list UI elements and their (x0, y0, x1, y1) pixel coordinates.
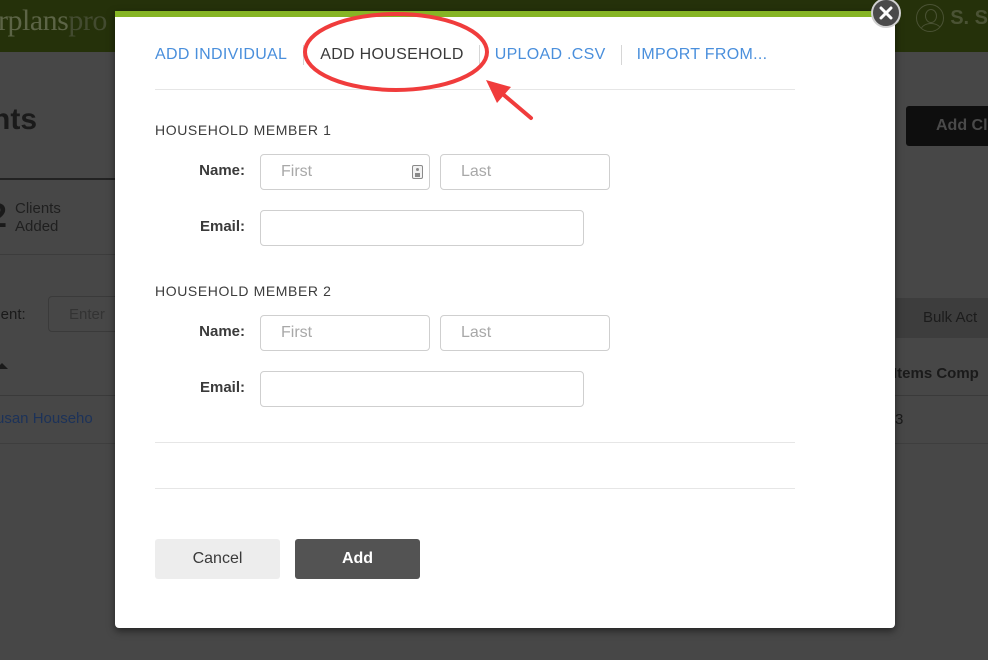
brand-logo[interactable]: rplanspro (0, 4, 107, 38)
member-1-first-name-input[interactable] (260, 154, 430, 190)
stat-label-line-2: Added (15, 218, 59, 235)
member-1-name-label: Name: (199, 162, 245, 179)
member-2-email-label: Email: (199, 379, 245, 396)
title-divider (0, 178, 115, 180)
form-divider-2 (155, 488, 795, 489)
member-2-last-name-input[interactable] (440, 315, 610, 351)
tab-add-individual[interactable]: ADD INDIVIDUAL (155, 46, 287, 64)
brand-name: rplans (0, 4, 69, 37)
member-1-email-input[interactable] (260, 210, 584, 246)
household-member-1-title: HOUSEHOLD MEMBER 1 (155, 122, 332, 138)
tab-add-household[interactable]: ADD HOUSEHOLD (320, 46, 463, 64)
user-name[interactable]: S. S (950, 7, 988, 30)
member-2-name-label: Name: (199, 323, 245, 340)
member-1-email-label: Email: (199, 218, 245, 235)
household-member-2-title: HOUSEHOLD MEMBER 2 (155, 283, 332, 299)
tab-separator (303, 45, 305, 65)
search-client-label: lient: (0, 306, 26, 323)
user-avatar-icon[interactable] (916, 4, 945, 32)
search-placeholder: Enter (69, 306, 105, 323)
column-header-items-complete[interactable]: Items Comp (893, 365, 979, 382)
client-row-link[interactable]: usan Househo (0, 410, 93, 427)
contact-card-icon[interactable] (412, 165, 423, 179)
clients-added-label: Clients Added (15, 200, 61, 236)
sort-caret-icon[interactable] (0, 363, 8, 369)
table-header-divider-right (895, 395, 988, 396)
tabs-divider (155, 89, 795, 90)
items-complete-cell: 3 (895, 411, 904, 428)
bulk-actions-button[interactable]: Bulk Act (896, 298, 988, 338)
page-title: nts (0, 103, 37, 136)
tab-separator (620, 45, 622, 65)
member-2-email-input[interactable] (260, 371, 584, 407)
add-button[interactable]: Add (295, 539, 420, 579)
stat-label-line-1: Clients (15, 200, 61, 217)
cancel-button[interactable]: Cancel (155, 539, 280, 579)
member-1-last-name-input[interactable] (440, 154, 610, 190)
close-icon (879, 6, 893, 20)
tab-separator (478, 45, 480, 65)
member-2-first-name-input[interactable] (260, 315, 430, 351)
stats-divider (0, 254, 115, 255)
clients-added-count: 2 (0, 197, 7, 236)
tab-upload-csv[interactable]: UPLOAD .CSV (495, 46, 606, 64)
add-client-button[interactable]: Add Cl (906, 106, 988, 146)
table-header-divider (0, 395, 115, 396)
brand-suffix: pro (68, 4, 107, 37)
form-divider-1 (155, 442, 795, 443)
table-row-divider (0, 443, 115, 444)
tab-import-from[interactable]: IMPORT FROM... (637, 46, 768, 64)
modal-tabs: ADD INDIVIDUAL ADD HOUSEHOLD UPLOAD .CSV… (155, 43, 767, 67)
add-client-modal: ADD INDIVIDUAL ADD HOUSEHOLD UPLOAD .CSV… (115, 11, 895, 628)
table-row-divider-right (895, 443, 988, 444)
